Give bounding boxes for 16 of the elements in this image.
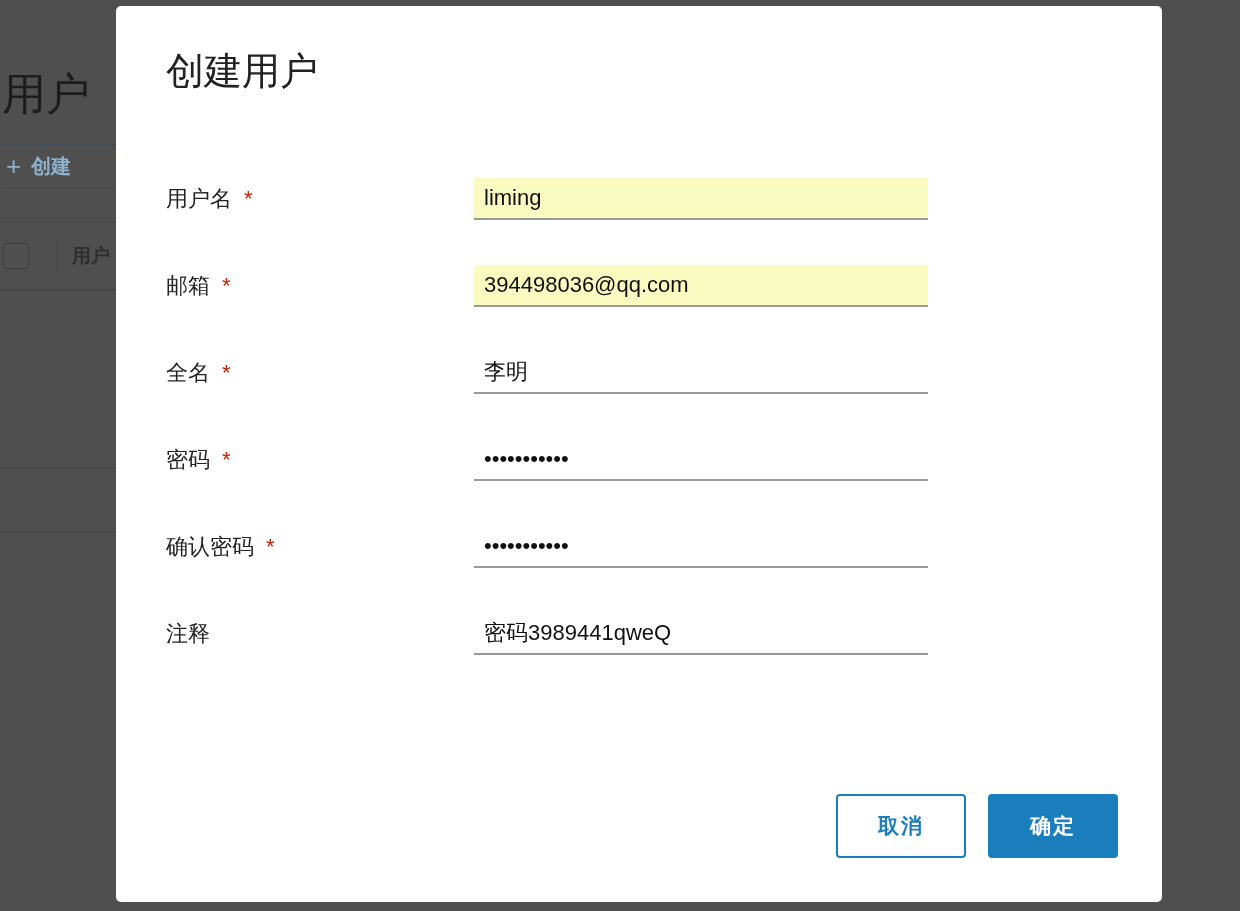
cancel-button[interactable]: 取消 xyxy=(836,794,966,858)
confirm-button[interactable]: 确定 xyxy=(988,794,1118,858)
field-label: 邮箱 xyxy=(166,272,210,300)
required-mark: * xyxy=(222,360,231,386)
dialog-title: 创建用户 xyxy=(166,49,318,94)
field-label: 确认密码 xyxy=(166,533,254,561)
field-label: 用户名 xyxy=(166,185,232,213)
required-mark: * xyxy=(244,186,253,212)
input-field[interactable]: 394498036@qq.com xyxy=(474,265,928,307)
input-field[interactable]: liming xyxy=(474,178,928,220)
field-label: 全名 xyxy=(166,359,210,387)
required-mark: * xyxy=(222,273,231,299)
required-mark: * xyxy=(222,447,231,473)
field-label: 注释 xyxy=(166,620,210,648)
required-mark: * xyxy=(266,534,275,560)
field-label: 密码 xyxy=(166,446,210,474)
